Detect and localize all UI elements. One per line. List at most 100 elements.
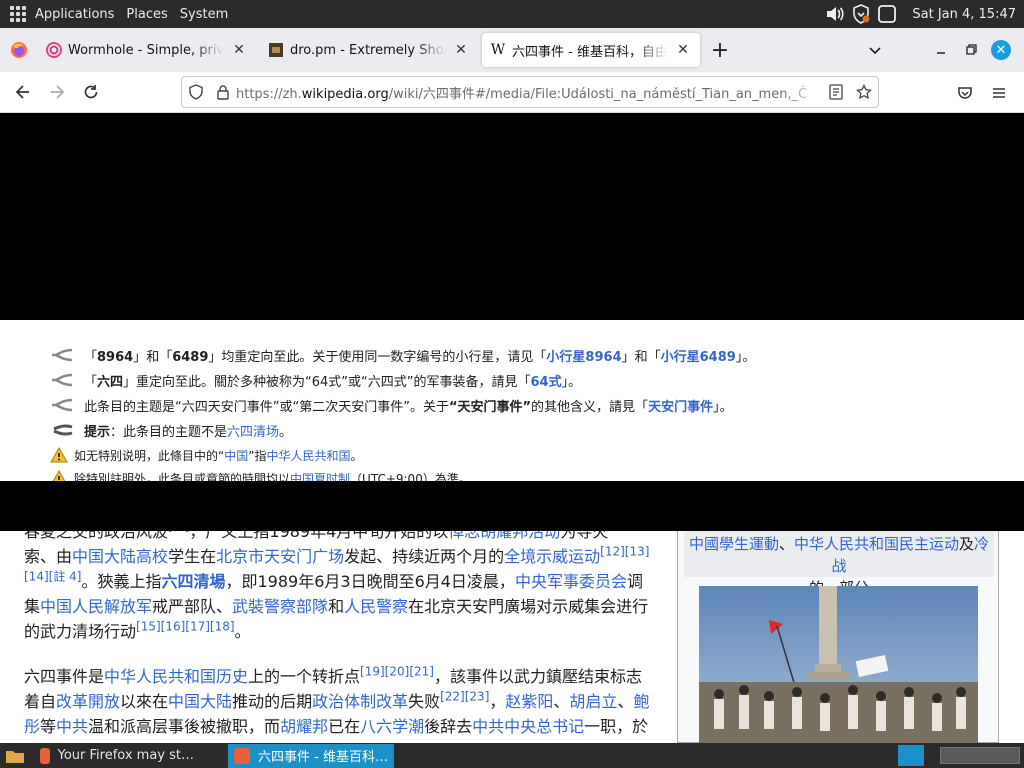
wiki-link[interactable]: 胡启立 [569, 692, 617, 711]
citation-link[interactable]: [14][註 4] [24, 570, 81, 584]
wiki-link[interactable]: 彤 [24, 717, 40, 736]
wiki-link[interactable]: 六四清場 [161, 572, 225, 591]
wiki-link[interactable]: 中国 [72, 547, 104, 566]
wiki-link[interactable]: 鲍 [633, 692, 649, 711]
wiki-link[interactable]: 天安门广场 [264, 547, 344, 566]
citation-link[interactable]: [22][23] [440, 690, 489, 704]
pocket-icon[interactable] [948, 76, 982, 110]
wiki-link[interactable]: 大陆 [104, 547, 136, 566]
clock[interactable]: Sat Jan 4, 15:47 [912, 7, 1016, 22]
nav-bar: https://zh.wikipedia.org/wiki/六四事件#/medi… [0, 72, 1024, 113]
reload-button[interactable] [74, 75, 108, 109]
wiki-link[interactable]: 中國學生運動 [689, 535, 779, 553]
wiki-link[interactable]: 改革開放 [56, 692, 120, 711]
hatnote-row: 此条目的主题是“六四天安门事件”或“第二次天安门事件”。关于“天安门事件”的其他… [50, 394, 733, 416]
wiki-link[interactable]: 人民警察 [344, 597, 408, 616]
hamburger-menu-icon[interactable] [982, 76, 1016, 110]
citation-link[interactable]: [12][13] [600, 545, 649, 559]
media-viewer-overlay-lower [0, 481, 1024, 531]
wiki-link[interactable]: 中共中央总书记 [472, 717, 584, 736]
firefox-icon [234, 747, 250, 764]
close-icon[interactable]: ✕ [452, 41, 470, 59]
wiki-link[interactable]: 小行星6489 [661, 350, 736, 365]
screen: Applications Places System Sat Jan 4, 15… [0, 0, 1024, 768]
citation-link[interactable]: [15][16][17][18] [136, 620, 235, 634]
bookmark-star-icon[interactable] [850, 84, 878, 100]
wiki-link[interactable]: 中央军事委员会 [515, 572, 627, 591]
tab-wormhole[interactable]: Wormhole - Simple, private ✕ [38, 33, 256, 67]
wiki-link[interactable]: 中华人民共和国 [266, 449, 350, 463]
infobox-caption: 中國學生運動、中华人民共和国民主运动及冷战的一部分 [684, 531, 994, 597]
places-menu[interactable]: Places [126, 7, 167, 22]
second-paragraph: 六四事件是中华人民共和国历史上的一个转折点[19][20][21]，該事件以武力… [24, 664, 650, 736]
wiki-link[interactable]: 小行星8964 [546, 350, 621, 365]
citation-link[interactable]: [19][20][21] [360, 665, 434, 679]
bold-text: “天安门事件” [448, 399, 532, 415]
wiki-link[interactable]: 北京市 [216, 547, 264, 566]
back-button[interactable] [6, 75, 40, 109]
taskbar-item-wikipedia[interactable]: 六四事件 - 维基百科… [228, 743, 394, 768]
workspace-switcher[interactable] [940, 747, 1020, 764]
wiki-link[interactable]: 胡耀邦 [280, 717, 328, 736]
hatnote-row: 提示：此条目的主题不是六四清场。 [50, 419, 292, 441]
wiki-link[interactable]: 全境示威运动 [504, 547, 600, 566]
wiki-link[interactable]: 六四清场 [227, 425, 279, 440]
hatnotes: 「8964」和「6489」均重定向至此。关于使用同一数字编号的小行星，请见「小行… [0, 320, 1024, 486]
shield-vpn-icon[interactable] [850, 3, 872, 25]
apps-grid-icon[interactable] [10, 6, 26, 22]
list-all-tabs-chevron-down-icon[interactable] [860, 35, 890, 65]
tab-title: Wormhole - Simple, private [68, 42, 224, 58]
wiki-link[interactable]: 政治体制改革 [312, 692, 408, 711]
wormhole-icon [46, 42, 62, 58]
wiki-link[interactable]: 天安门事件 [648, 400, 713, 415]
hatnote-text: 此条目的主题是“六四天安门事件”或“第二次天安门事件”。关于“天安门事件”的其他… [84, 399, 733, 415]
tab-strip: Wormhole - Simple, private ✕ dro.pm - Ex… [0, 28, 1024, 72]
window-controls: ✕ [860, 28, 1016, 72]
reader-view-icon[interactable] [822, 84, 850, 100]
citation-link[interactable]: […] [168, 531, 189, 534]
close-icon[interactable]: ✕ [674, 41, 692, 59]
bold-text: 提示 [84, 424, 111, 440]
tracking-shield-icon[interactable] [182, 84, 210, 100]
workspace-indicator-firefox-icon[interactable] [898, 745, 924, 766]
bold-text: 8964 [97, 349, 134, 365]
tab-wikipedia[interactable]: W 六四事件 - 维基百科，自由的 ✕ [482, 33, 700, 67]
window-close-button[interactable]: ✕ [986, 35, 1016, 65]
volume-icon[interactable] [824, 3, 846, 25]
wiki-link[interactable]: 中共 [56, 717, 88, 736]
wiki-link[interactable]: 高校 [136, 547, 168, 566]
taskbar-item-label: 六四事件 - 维基百科… [258, 750, 388, 765]
wiki-link[interactable]: 中华人民共和国民主运动 [794, 535, 959, 553]
lock-icon[interactable] [210, 84, 236, 100]
wiki-link[interactable]: 悼念胡耀邦活动 [448, 531, 560, 541]
system-menu[interactable]: System [180, 7, 228, 22]
url-path: /wiki/六四事件#/media/File:Události_na_náměs… [388, 86, 808, 102]
url-bar[interactable]: https://zh.wikipedia.org/wiki/六四事件#/medi… [181, 76, 879, 108]
wiki-link[interactable]: 64式 [531, 375, 562, 390]
bold-text: 6489 [172, 349, 209, 365]
wiki-link[interactable]: 中华人民共和国历史 [104, 667, 248, 686]
show-desktop-folder-icon[interactable] [4, 747, 26, 765]
tab-dropm[interactable]: dro.pm - Extremely Short Li ✕ [260, 33, 478, 67]
wiki-link[interactable]: 武裝警察部隊 [232, 597, 328, 616]
battery-icon[interactable] [876, 3, 898, 25]
hatnote-text: 「六四」重定向至此。關於多种被称为“64式”或“六四式”的军事装备，請見「64式… [84, 374, 582, 390]
lead-paragraph: 春夏之交的政治风波[…]，广义上指1989年4月中旬开始的以悼念胡耀邦活动为导火… [24, 531, 658, 644]
close-icon[interactable]: ✕ [230, 41, 248, 59]
forward-button[interactable] [40, 75, 74, 109]
restore-icon[interactable] [956, 35, 986, 65]
hint-icon [50, 421, 74, 439]
url-text[interactable]: https://zh.wikipedia.org/wiki/六四事件#/medi… [236, 83, 822, 102]
tiananmen-photo[interactable] [699, 586, 978, 743]
taskbar-item-firefox-notice[interactable]: Your Firefox may st… [34, 744, 200, 768]
wiki-link[interactable]: 中国人民解放军 [40, 597, 152, 616]
applications-menu[interactable]: Applications [35, 7, 114, 22]
wiki-link[interactable]: 赵紫阳 [505, 692, 553, 711]
wiki-link[interactable]: 中国 [224, 449, 248, 463]
wiki-link[interactable]: 中国大陆 [168, 692, 232, 711]
wiki-link[interactable]: 八六学潮 [360, 717, 424, 736]
minimize-icon[interactable] [926, 35, 956, 65]
firefox-logo-icon[interactable] [0, 28, 38, 72]
new-tab-button[interactable]: + [704, 34, 736, 66]
hatnote-text: 提示：此条目的主题不是六四清场。 [84, 424, 293, 440]
